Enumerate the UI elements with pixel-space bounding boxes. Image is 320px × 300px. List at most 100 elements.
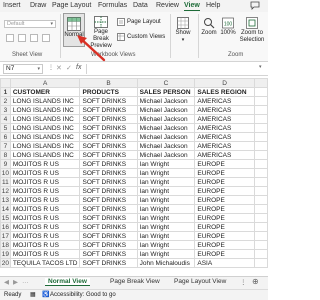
table-cell[interactable]: LONG ISLANDS INC (9, 105, 81, 115)
new-view-button[interactable] (30, 34, 38, 42)
table-cell[interactable]: MOJITOS R US (9, 222, 81, 232)
row-header[interactable]: 10 (0, 168, 11, 178)
table-cell[interactable]: SOFT DRINKS (79, 213, 138, 223)
table-cell[interactable] (253, 258, 268, 268)
table-cell[interactable]: SALES PERSON (136, 87, 196, 97)
table-cell[interactable]: Michael Jackson (136, 114, 196, 124)
sheet-more-icon[interactable]: … (22, 278, 29, 285)
table-cell[interactable]: SOFT DRINKS (79, 105, 138, 115)
table-cell[interactable] (253, 204, 268, 214)
table-cell[interactable] (253, 240, 268, 250)
row-header[interactable]: 20 (0, 258, 11, 268)
table-cell[interactable]: Ian Wright (136, 249, 196, 259)
status-accessibility[interactable]: Accessibility: Good to go (50, 292, 116, 298)
tab-insert[interactable]: Insert (3, 2, 21, 9)
tab-page-layout[interactable]: Page Layout (52, 2, 91, 9)
table-cell[interactable]: MOJITOS R US (9, 204, 81, 214)
table-cell[interactable] (253, 195, 268, 205)
table-cell[interactable]: SOFT DRINKS (79, 258, 138, 268)
tab-data[interactable]: Data (133, 2, 148, 9)
row-header[interactable]: 7 (0, 141, 11, 151)
spreadsheet-grid[interactable]: A B C D 1 CUSTOMER PRODUCTS SALES PERSON SAL… (0, 78, 268, 278)
formula-more-icon[interactable]: ⋮ (48, 64, 54, 71)
row-header[interactable]: 14 (0, 204, 11, 214)
table-cell[interactable]: CUSTOMER (9, 87, 81, 97)
table-cell[interactable]: LONG ISLANDS INC (9, 150, 81, 160)
table-cell[interactable]: EUROPE (194, 231, 255, 241)
row-header[interactable]: 6 (0, 132, 11, 142)
column-header-d[interactable]: D (194, 78, 255, 88)
row-header[interactable]: 18 (0, 240, 11, 250)
table-cell[interactable]: EUROPE (194, 204, 255, 214)
row-header[interactable]: 1 (0, 87, 11, 97)
tab-draw[interactable]: Draw (30, 2, 46, 9)
table-cell[interactable]: MOJITOS R US (9, 213, 81, 223)
sheet-tab-normal-view[interactable]: Normal View (45, 278, 90, 286)
table-cell[interactable]: Ian Wright (136, 204, 196, 214)
table-cell[interactable]: MOJITOS R US (9, 177, 81, 187)
table-cell[interactable]: Ian Wright (136, 168, 196, 178)
comments-icon[interactable] (250, 1, 260, 12)
table-cell[interactable]: Ian Wright (136, 222, 196, 232)
exit-view-button[interactable] (18, 34, 26, 42)
table-cell[interactable]: LONG ISLANDS INC (9, 123, 81, 133)
table-cell[interactable]: John Michaloudis (136, 258, 196, 268)
table-cell[interactable]: SOFT DRINKS (79, 231, 138, 241)
table-cell[interactable]: EUROPE (194, 213, 255, 223)
table-cell[interactable] (253, 159, 268, 169)
table-cell[interactable]: MOJITOS R US (9, 168, 81, 178)
table-cell[interactable] (253, 114, 268, 124)
table-cell[interactable] (253, 96, 268, 106)
table-cell[interactable]: EUROPE (194, 177, 255, 187)
zoom-100-button[interactable]: 100 100% (219, 14, 237, 44)
table-cell[interactable]: EUROPE (194, 240, 255, 250)
table-cell[interactable]: SOFT DRINKS (79, 96, 138, 106)
table-cell[interactable]: AMERICAS (194, 105, 255, 115)
page-layout-button[interactable]: Page Layout (117, 18, 161, 26)
table-cell[interactable]: Ian Wright (136, 177, 196, 187)
table-cell[interactable]: Ian Wright (136, 195, 196, 205)
table-cell[interactable]: EUROPE (194, 168, 255, 178)
table-cell[interactable]: Ian Wright (136, 231, 196, 241)
table-cell[interactable] (253, 222, 268, 232)
table-cell[interactable]: MOJITOS R US (9, 240, 81, 250)
table-cell[interactable] (253, 105, 268, 115)
row-header[interactable]: 15 (0, 213, 11, 223)
table-cell[interactable]: LONG ISLANDS INC (9, 132, 81, 142)
row-header[interactable]: 19 (0, 249, 11, 259)
table-cell[interactable]: Ian Wright (136, 186, 196, 196)
table-cell[interactable]: SOFT DRINKS (79, 141, 138, 151)
row-header[interactable]: 2 (0, 96, 11, 106)
table-cell[interactable]: PRODUCTS (79, 87, 138, 97)
table-cell[interactable] (253, 231, 268, 241)
table-cell[interactable]: LONG ISLANDS INC (9, 141, 81, 151)
custom-views-button[interactable]: Custom Views (117, 33, 165, 41)
sheet-tab-page-layout-view[interactable]: Page Layout View (174, 278, 226, 285)
table-cell[interactable]: LONG ISLANDS INC (9, 114, 81, 124)
fx-icon[interactable]: fx (76, 64, 81, 71)
table-cell[interactable]: ASIA (194, 258, 255, 268)
table-cell[interactable]: SOFT DRINKS (79, 132, 138, 142)
table-cell[interactable]: MOJITOS R US (9, 186, 81, 196)
table-cell[interactable]: Michael Jackson (136, 150, 196, 160)
row-header[interactable]: 9 (0, 159, 11, 169)
table-cell[interactable]: Ian Wright (136, 240, 196, 250)
table-cell[interactable]: EUROPE (194, 249, 255, 259)
row-header[interactable]: 13 (0, 195, 11, 205)
table-cell[interactable]: AMERICAS (194, 132, 255, 142)
table-cell[interactable] (253, 249, 268, 259)
table-cell[interactable]: SOFT DRINKS (79, 240, 138, 250)
table-cell[interactable]: SOFT DRINKS (79, 159, 138, 169)
table-cell[interactable] (253, 132, 268, 142)
table-cell[interactable] (253, 150, 268, 160)
table-cell[interactable] (253, 87, 268, 97)
row-header[interactable]: 11 (0, 177, 11, 187)
table-cell[interactable]: AMERICAS (194, 150, 255, 160)
table-cell[interactable]: Michael Jackson (136, 96, 196, 106)
table-cell[interactable]: SOFT DRINKS (79, 177, 138, 187)
sheet-next-icon[interactable]: ▶ (13, 278, 18, 286)
table-cell[interactable]: SALES REGION (194, 87, 255, 97)
sheet-tab-page-break-view[interactable]: Page Break View (110, 278, 160, 285)
tab-review[interactable]: Review (156, 2, 179, 9)
name-box[interactable]: N7 ▾ (3, 64, 43, 74)
